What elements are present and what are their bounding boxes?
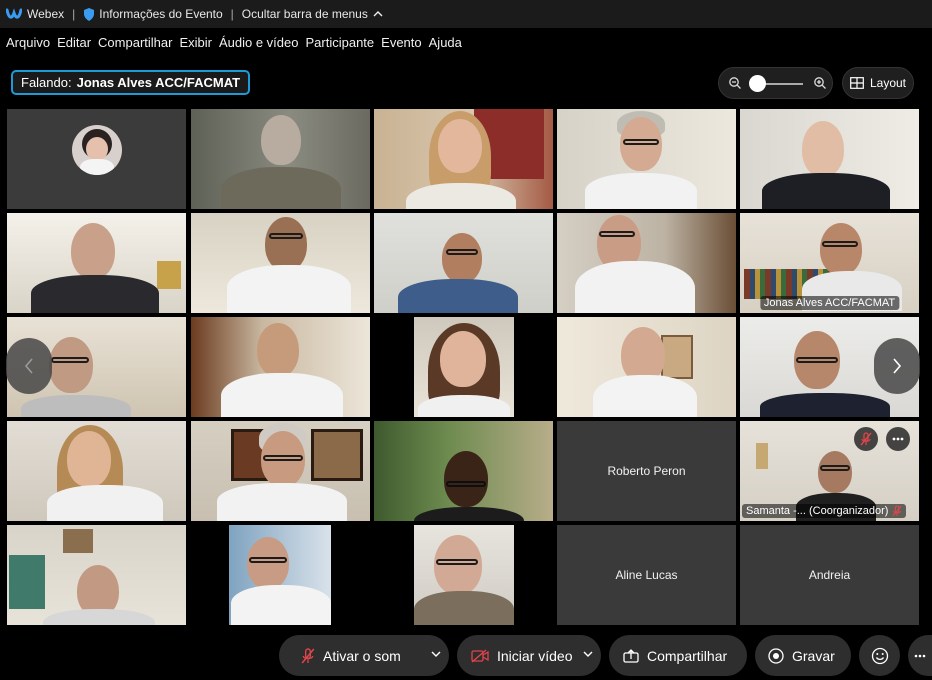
video-tile[interactable] bbox=[191, 213, 370, 313]
title-separator-2: | bbox=[230, 7, 234, 21]
hide-menu-label: Ocultar barra de menus bbox=[241, 7, 368, 21]
shield-icon bbox=[84, 7, 95, 21]
participant-name: Andreia bbox=[808, 568, 851, 582]
video-tile[interactable] bbox=[191, 525, 370, 625]
video-tile[interactable]: Samanta -... (Coorganizador) bbox=[740, 421, 919, 521]
record-label: Gravar bbox=[792, 647, 835, 664]
layout-label: Layout bbox=[869, 76, 907, 90]
event-info-label: Informações do Evento bbox=[99, 7, 223, 21]
active-speaker-indicator: Falando: Jonas Alves ACC/FACMAT bbox=[11, 70, 251, 95]
speaking-name: Jonas Alves ACC/FACMAT bbox=[76, 75, 241, 90]
mic-muted-icon bbox=[860, 432, 872, 446]
video-tile[interactable] bbox=[374, 213, 553, 313]
zoom-slider-handle[interactable] bbox=[749, 75, 766, 92]
video-tile[interactable] bbox=[374, 317, 553, 417]
menu-exibir[interactable]: Exibir bbox=[179, 35, 212, 50]
title-separator: | bbox=[72, 7, 76, 21]
menu-arquivo[interactable]: Arquivo bbox=[6, 35, 50, 50]
unmute-button[interactable]: Ativar o som bbox=[279, 635, 449, 676]
video-tile-active-speaker[interactable]: Jonas Alves ACC/FACMAT bbox=[740, 213, 919, 313]
next-page-button[interactable] bbox=[874, 338, 920, 394]
record-icon bbox=[768, 647, 784, 664]
smiley-icon bbox=[871, 647, 888, 664]
video-tile[interactable] bbox=[191, 317, 370, 417]
participant-name-label: Samanta -... (Coorganizador) bbox=[742, 504, 907, 518]
video-tile-name-only[interactable]: Aline Lucas bbox=[557, 525, 736, 625]
video-tile[interactable] bbox=[7, 525, 186, 625]
menu-participante[interactable]: Participante bbox=[306, 35, 375, 50]
zoom-control bbox=[718, 67, 833, 99]
video-tile[interactable] bbox=[557, 109, 736, 209]
share-label: Compartilhar bbox=[647, 647, 728, 664]
participant-name: Aline Lucas bbox=[615, 568, 678, 582]
reactions-button[interactable] bbox=[859, 635, 900, 676]
mic-muted-icon bbox=[301, 647, 315, 665]
grid-layout-icon bbox=[850, 77, 864, 89]
chevron-up-icon bbox=[373, 11, 383, 17]
unmute-label: Ativar o som bbox=[323, 647, 401, 664]
video-tile[interactable] bbox=[740, 109, 919, 209]
video-tile-name-only[interactable]: Andreia bbox=[740, 525, 919, 625]
video-tile[interactable] bbox=[557, 317, 736, 417]
chevron-left-icon bbox=[24, 358, 33, 374]
video-tile[interactable] bbox=[191, 421, 370, 521]
webex-logo-icon bbox=[6, 8, 22, 20]
more-options-icon bbox=[892, 437, 904, 441]
video-tile[interactable] bbox=[374, 525, 553, 625]
share-button[interactable]: Compartilhar bbox=[609, 635, 747, 676]
zoom-out-icon[interactable] bbox=[728, 76, 742, 90]
title-bar: Webex | Informações do Evento | Ocultar … bbox=[0, 0, 932, 28]
menu-evento[interactable]: Evento bbox=[381, 35, 421, 50]
chevron-right-icon bbox=[893, 358, 902, 374]
meeting-controls-bar: Ativar o som Iniciar vídeo Compartilhar … bbox=[0, 628, 932, 680]
participant-name-text: Samanta -... (Coorganizador) bbox=[746, 505, 889, 517]
menu-compartilhar[interactable]: Compartilhar bbox=[98, 35, 172, 50]
previous-page-button[interactable] bbox=[6, 338, 52, 394]
video-tile[interactable] bbox=[374, 109, 553, 209]
event-info-button[interactable]: Informações do Evento bbox=[83, 7, 223, 21]
video-tile[interactable] bbox=[7, 109, 186, 209]
more-options-button[interactable] bbox=[908, 635, 932, 676]
start-video-button[interactable]: Iniciar vídeo bbox=[457, 635, 601, 676]
participant-muted-indicator bbox=[854, 427, 878, 451]
layout-button[interactable]: Layout bbox=[842, 67, 914, 99]
mic-muted-icon bbox=[892, 505, 903, 517]
video-tile[interactable] bbox=[557, 213, 736, 313]
record-button[interactable]: Gravar bbox=[755, 635, 851, 676]
speaking-prefix: Falando: bbox=[21, 75, 72, 90]
start-video-label: Iniciar vídeo bbox=[497, 647, 573, 664]
video-tile-name-only[interactable]: Roberto Peron bbox=[557, 421, 736, 521]
participant-name-label: Jonas Alves ACC/FACMAT bbox=[759, 296, 900, 310]
share-icon bbox=[623, 648, 639, 663]
menu-editar[interactable]: Editar bbox=[57, 35, 91, 50]
participant-name: Roberto Peron bbox=[607, 464, 686, 478]
video-tile[interactable] bbox=[7, 213, 186, 313]
more-options-icon bbox=[914, 654, 926, 657]
video-tile[interactable] bbox=[374, 421, 553, 521]
chevron-down-icon[interactable] bbox=[431, 649, 441, 659]
menu-ajuda[interactable]: Ajuda bbox=[429, 35, 462, 50]
participant-more-button[interactable] bbox=[886, 427, 910, 451]
chevron-down-icon[interactable] bbox=[583, 649, 593, 659]
hide-menu-bar-button[interactable]: Ocultar barra de menus bbox=[242, 7, 383, 21]
app-name: Webex bbox=[27, 7, 65, 21]
participant-avatar bbox=[72, 125, 122, 175]
video-off-icon bbox=[471, 648, 489, 663]
video-tile[interactable] bbox=[191, 109, 370, 209]
video-tile[interactable] bbox=[7, 421, 186, 521]
zoom-in-icon[interactable] bbox=[813, 76, 827, 90]
menu-bar: Arquivo Editar Compartilhar Exibir Áudio… bbox=[0, 28, 932, 56]
menu-audio-video[interactable]: Áudio e vídeo bbox=[219, 35, 299, 50]
